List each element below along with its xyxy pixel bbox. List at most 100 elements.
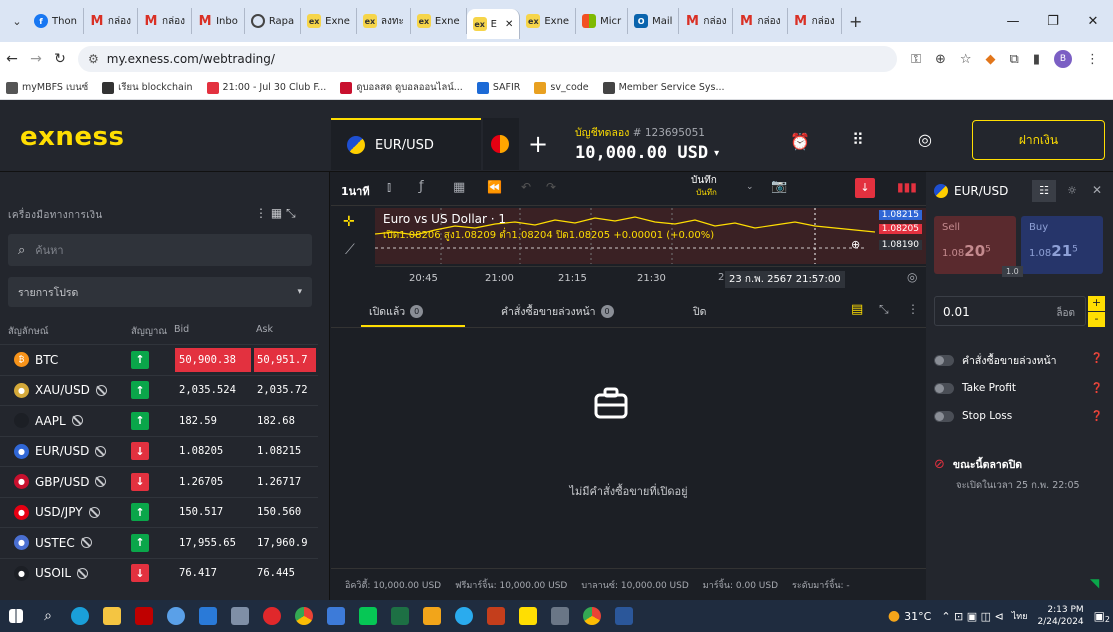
extensions-icon[interactable]: ⧉	[1010, 52, 1019, 67]
close-tab-icon[interactable]: ✕	[505, 19, 513, 30]
pending-order-toggle[interactable]	[934, 355, 954, 366]
close-window-button[interactable]: ✕	[1073, 14, 1113, 29]
instrument-row[interactable]: ₿ BTC ↑ 50,900.38 50,951.7	[0, 344, 318, 374]
browser-tab[interactable]: Micr	[576, 8, 629, 34]
watchlist-select[interactable]: รายการโปรด ▾	[8, 277, 312, 307]
volume-input[interactable]: 0.01 ล็อต	[934, 296, 1086, 326]
order-settings-icon[interactable]: ☷	[1032, 180, 1056, 202]
signal-icon[interactable]: ◥	[1090, 576, 1099, 590]
exness-taskbar-icon[interactable]	[512, 600, 544, 632]
snapshot-icon[interactable]: 📷	[771, 179, 787, 194]
buy-button[interactable]: Buy 1.08215	[1021, 216, 1103, 274]
instrument-row[interactable]: ● USOIL ↓ 76.417 76.445	[0, 557, 318, 588]
browser-tab[interactable]: M กล่อง	[679, 8, 734, 34]
more-icon[interactable]: ⋮	[907, 302, 919, 316]
calculator-icon[interactable]	[544, 600, 576, 632]
line-tool-icon[interactable]: ⟋	[345, 242, 355, 258]
browser-tab[interactable]: ex Exne	[301, 8, 357, 34]
browser-tab[interactable]: ex E ✕	[466, 9, 521, 39]
apps-grid-icon[interactable]: ⠿	[852, 130, 864, 149]
symbol-tab-partial[interactable]	[483, 118, 519, 170]
take-profit-toggle-row[interactable]: Take Profit	[934, 382, 1016, 394]
browser-tab[interactable]: M กล่อง	[733, 8, 788, 34]
back-icon[interactable]: ←	[0, 51, 24, 67]
stop-loss-toggle[interactable]	[934, 410, 954, 422]
bookmark-item[interactable]: เรียน blockchain	[102, 80, 193, 95]
indicators-icon[interactable]: ƒ	[419, 179, 424, 194]
bookmark-item[interactable]: ดูบอลสด ดูบอลออนไลน์...	[340, 80, 463, 95]
timeframe-select[interactable]: 1นาที	[341, 182, 370, 200]
volume-decrease-button[interactable]: -	[1088, 312, 1105, 327]
app2-icon[interactable]	[320, 600, 352, 632]
collapse-icon[interactable]: ⤡	[879, 302, 889, 317]
user-profile-icon[interactable]: ◎	[918, 130, 932, 149]
help-icon[interactable]: ❓	[1091, 353, 1103, 364]
search-icon[interactable]: ⌕	[32, 600, 64, 632]
volume-increase-button[interactable]: +	[1088, 296, 1105, 311]
pending-order-toggle-row[interactable]: คำสั่งซื้อขายล่วงหน้า	[934, 352, 1057, 369]
instrument-row[interactable]: ● XAU/USD ↑ 2,035.524 2,035.72	[0, 374, 318, 405]
profile-avatar[interactable]: B	[1054, 50, 1072, 68]
restore-button[interactable]: ❐	[1033, 14, 1073, 29]
instrument-row[interactable]: ● EUR/USD ↓ 1.08205 1.08215	[0, 435, 318, 466]
tray-icons[interactable]: ⌃ ⊡ ▣ ◫ ⊲	[941, 610, 1003, 623]
url-field[interactable]: ⚙ my.exness.com/webtrading/	[78, 46, 898, 72]
tab-search-icon[interactable]: ⌄	[6, 15, 28, 28]
site-info-icon[interactable]: ⚙	[88, 52, 99, 66]
clock[interactable]: 2:13 PM 2/24/2024	[1038, 604, 1084, 628]
app-icon[interactable]	[224, 600, 256, 632]
layout-icon[interactable]: ▦	[453, 180, 465, 195]
toggle-view-icon[interactable]: ▤	[851, 302, 863, 317]
browser-tab[interactable]: M กล่อง	[788, 8, 842, 34]
browser-tab[interactable]: Rapa	[245, 8, 302, 34]
browser-tab[interactable]: O Mail	[628, 8, 680, 34]
browser-tab[interactable]: ex ลงทะ	[357, 8, 411, 34]
chrome2-icon[interactable]	[576, 600, 608, 632]
close-panel-icon[interactable]: ✕	[1092, 183, 1102, 197]
bookmark-item[interactable]: SAFIR	[476, 81, 520, 94]
browser-menu-icon[interactable]: ⋮	[1086, 52, 1099, 67]
bookmark-item[interactable]: Member Service Sys...	[602, 81, 725, 94]
symbol-tab-eurusd[interactable]: EUR/USD	[331, 118, 481, 170]
telegram-icon[interactable]	[448, 600, 480, 632]
reload-icon[interactable]: ↻	[48, 51, 72, 67]
filezilla-icon[interactable]	[128, 600, 160, 632]
undo-icon[interactable]: ↶	[521, 180, 531, 194]
instrument-row[interactable]: ● GBP/USD ↓ 1.26705 1.26717	[0, 466, 318, 496]
sell-indicator-button[interactable]: ↓	[855, 178, 875, 198]
instrument-row[interactable]: AAPL ↑ 182.59 182.68	[0, 405, 318, 435]
instrument-row[interactable]: ● USD/JPY ↑ 150.517 150.560	[0, 496, 318, 527]
weather-icon[interactable]: ●	[888, 608, 900, 624]
instrument-search-input[interactable]: ⌕ ค้นหา	[8, 234, 312, 266]
alarm-clock-icon[interactable]: ⏰	[790, 132, 810, 151]
save-chevron-icon[interactable]: ⌄	[746, 182, 754, 192]
bird-icon[interactable]	[416, 600, 448, 632]
file-explorer-icon[interactable]	[96, 600, 128, 632]
redo-icon[interactable]: ↷	[546, 180, 556, 194]
input-language[interactable]: ไทย	[1012, 609, 1028, 623]
mail-icon[interactable]	[192, 600, 224, 632]
password-key-icon[interactable]: ⚿	[911, 52, 921, 67]
deposit-button[interactable]: ฝากเงิน	[972, 120, 1105, 160]
tab-closed-orders[interactable]: ปิด	[693, 303, 706, 320]
metamask-extension-icon[interactable]: ◆	[986, 52, 996, 67]
powerpoint-icon[interactable]	[480, 600, 512, 632]
chart-settings-icon[interactable]: ◎	[907, 270, 917, 284]
take-profit-toggle[interactable]	[934, 382, 954, 394]
browser-tab[interactable]: M Inbo	[192, 8, 245, 34]
crosshair-tool-icon[interactable]: ✛	[343, 214, 355, 230]
bookmark-item[interactable]: myMBFS เบนซ์	[6, 80, 88, 95]
add-symbol-tab-button[interactable]: +	[528, 130, 548, 158]
stop-loss-toggle-row[interactable]: Stop Loss	[934, 410, 1012, 422]
word-icon[interactable]	[608, 600, 640, 632]
line-icon[interactable]	[352, 600, 384, 632]
bookmark-star-icon[interactable]: ☆	[960, 52, 972, 67]
windows-start-icon[interactable]	[0, 600, 32, 632]
one-click-icon[interactable]: ☼	[1060, 180, 1084, 202]
save-chart-button[interactable]: บันทึก บันทึก	[691, 175, 717, 199]
browser-tab[interactable]: M กล่อง	[84, 8, 138, 34]
browser-tab[interactable]: M กล่อง	[138, 8, 193, 34]
chrome-icon[interactable]	[288, 600, 320, 632]
tab-pending-orders[interactable]: คำสั่งซื้อขายล่วงหน้า 0	[501, 303, 614, 320]
minimize-button[interactable]: —	[993, 14, 1033, 29]
